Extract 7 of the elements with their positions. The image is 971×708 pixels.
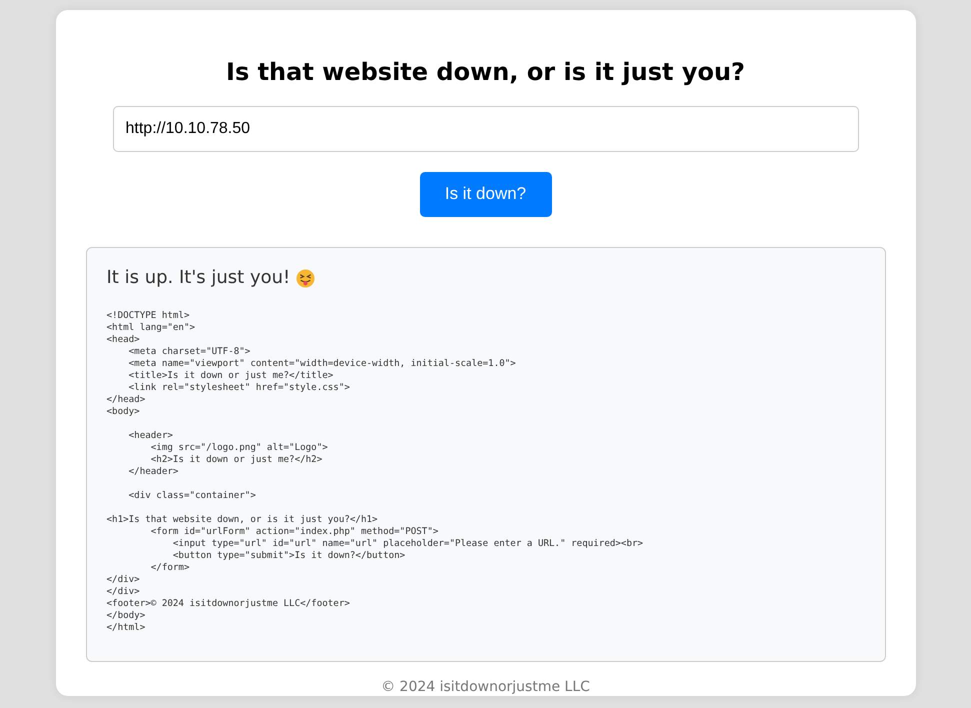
page-title: Is that website down, or is it just you? <box>226 57 745 88</box>
laughing-emoji-icon <box>296 268 316 288</box>
check-button[interactable]: Is it down? <box>420 172 552 218</box>
result-message: It is up. It's just you! <box>106 266 290 290</box>
footer-text: © 2024 isitdownorjustme LLC <box>381 678 590 696</box>
source-code: <!DOCTYPE html> <html lang="en"> <head> <meta charset="UTF-8"> <meta name="viewport" content="width=device-width, initial-scale=1.0"> <title>Is it down or just me?</title> <link rel="stylesheet" href="style.css"> </head> <body> <header> <img src="/logo.png" alt="Logo"> <h2>Is it down or just me?</h2> </header> <div class="container"> <h1>Is that website down, or is it just you?</h1> <form id="urlForm" action="index.php" method="POST"> <input type="url" id="url" name="url" placeholder="Please enter a URL." required><br> <button type="submit">Is it down?</button> </form> </div> </div> <footer>© 2024 isitdownorjustme LLC</footer> </body> </html> <box>106 310 644 634</box>
url-input-field[interactable]: http://10.10.78.50 <box>112 106 858 152</box>
